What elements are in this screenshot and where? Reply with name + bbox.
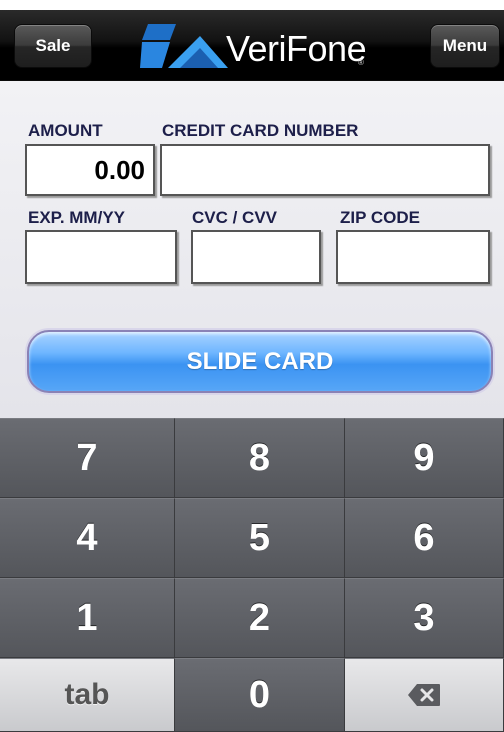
verifone-logo: VeriFone ® [140, 18, 380, 74]
key-9[interactable]: 9 [345, 418, 504, 498]
brand-name: VeriFone [226, 28, 367, 69]
status-strip [0, 0, 504, 10]
payment-form: AMOUNT CREDIT CARD NUMBER 0.00 EXP. MM/Y… [0, 81, 504, 418]
menu-button[interactable]: Menu [430, 24, 500, 68]
slide-card-button[interactable]: SLIDE CARD [27, 330, 493, 393]
key-6[interactable]: 6 [345, 498, 504, 578]
registered-mark: ® [358, 58, 364, 67]
amount-label: AMOUNT [28, 121, 103, 140]
backspace-icon [408, 684, 440, 706]
amount-field[interactable]: 0.00 [25, 144, 155, 196]
key-5[interactable]: 5 [175, 498, 345, 578]
verifone-logo-icon [140, 24, 228, 68]
key-7[interactable]: 7 [0, 418, 175, 498]
sale-button[interactable]: Sale [14, 24, 92, 68]
cvc-field[interactable] [191, 230, 321, 284]
key-8[interactable]: 8 [175, 418, 345, 498]
key-4[interactable]: 4 [0, 498, 175, 578]
zip-field[interactable] [336, 230, 490, 284]
delete-key[interactable] [345, 658, 504, 732]
card-number-field[interactable] [160, 144, 490, 196]
zip-label: ZIP CODE [340, 208, 420, 227]
expiry-label: EXP. MM/YY [28, 208, 125, 227]
cvc-label: CVC / CVV [192, 208, 278, 227]
expiry-field[interactable] [25, 230, 177, 284]
navigation-bar: Sale VeriFone ® Menu [0, 10, 504, 80]
tab-key[interactable]: tab [0, 658, 175, 732]
key-3[interactable]: 3 [345, 578, 504, 658]
key-1[interactable]: 1 [0, 578, 175, 658]
card-number-label: CREDIT CARD NUMBER [162, 121, 359, 140]
numeric-keypad: 7 8 9 4 5 6 1 2 3 tab 0 [0, 418, 504, 732]
key-2[interactable]: 2 [175, 578, 345, 658]
key-0[interactable]: 0 [175, 658, 345, 732]
